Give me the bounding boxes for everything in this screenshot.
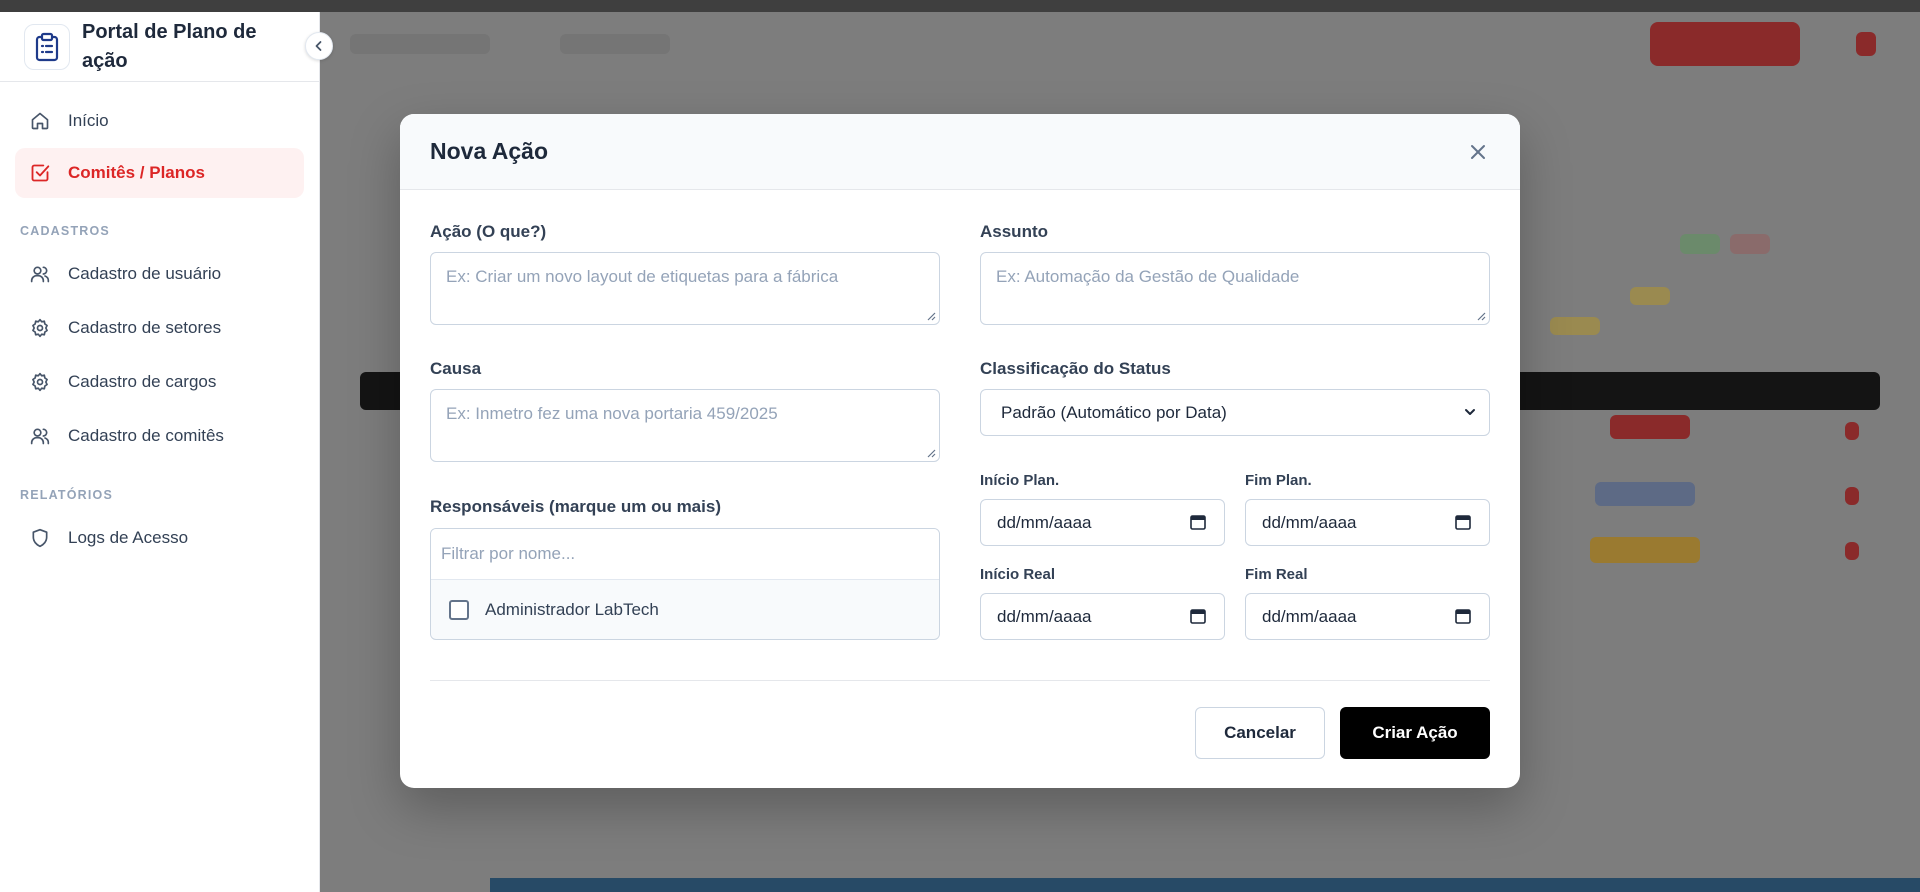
acao-textarea[interactable]: Ex: Criar um novo layout de etiquetas pa…: [430, 252, 940, 325]
sidebar-item-logs-acesso[interactable]: Logs de Acesso: [15, 512, 304, 564]
sidebar-item-cadastro-comites[interactable]: Cadastro de comitês: [15, 410, 304, 462]
sidebar: Portal de Plano de ação Início Comitês /…: [0, 12, 333, 892]
clipboard-icon: [24, 23, 70, 70]
users-icon: [30, 428, 50, 445]
filter-placeholder: Filtrar por nome...: [441, 544, 576, 563]
sidebar-item-label: Comitês / Planos: [68, 163, 205, 182]
sidebar-item-cadastro-usuario[interactable]: Cadastro de usuário: [15, 248, 304, 300]
assunto-textarea[interactable]: Ex: Automação da Gestão de Qualidade: [980, 252, 1490, 325]
inicio-real-date-input[interactable]: dd/mm/aaaa: [980, 593, 1225, 640]
inicio-plan-value: dd/mm/aaaa: [997, 512, 1092, 532]
fim-plan-value: dd/mm/aaaa: [1262, 512, 1357, 532]
inicio-plan-date-input[interactable]: dd/mm/aaaa: [980, 499, 1225, 546]
fim-plan-date-input[interactable]: dd/mm/aaaa: [1245, 499, 1490, 546]
gear-icon: [32, 318, 48, 338]
acao-placeholder: Ex: Criar um novo layout de etiquetas pa…: [446, 267, 839, 286]
calendar-icon[interactable]: [1455, 514, 1471, 530]
fim-real-value: dd/mm/aaaa: [1262, 606, 1357, 626]
sidebar-item-comites-planos[interactable]: Comitês / Planos: [15, 148, 304, 198]
responsaveis-list: Filtrar por nome... Administrador LabTec…: [430, 528, 940, 640]
cancel-button[interactable]: Cancelar: [1195, 707, 1325, 759]
acao-label: Ação (O que?): [430, 222, 547, 241]
sidebar-item-cadastro-cargos[interactable]: Cadastro de cargos: [15, 356, 304, 408]
responsavel-checkbox[interactable]: [449, 600, 469, 620]
sidebar-item-cadastro-setores[interactable]: Cadastro de setores: [15, 302, 304, 354]
sidebar-item-inicio[interactable]: Início: [15, 96, 304, 146]
sidebar-item-label: Cadastro de usuário: [68, 264, 222, 283]
status-label: Classificação do Status: [980, 359, 1171, 378]
sidebar-item-label: Cadastro de cargos: [68, 372, 217, 391]
calendar-icon[interactable]: [1190, 514, 1206, 530]
causa-placeholder: Ex: Inmetro fez uma nova portaria 459/20…: [446, 404, 778, 423]
assunto-placeholder: Ex: Automação da Gestão de Qualidade: [996, 267, 1300, 286]
home-icon: [31, 112, 49, 130]
sidebar-item-label: Início: [68, 111, 109, 130]
resize-grip-icon[interactable]: [1477, 312, 1486, 321]
calendar-icon[interactable]: [1455, 608, 1471, 624]
calendar-icon[interactable]: [1190, 608, 1206, 624]
causa-textarea[interactable]: Ex: Inmetro fez uma nova portaria 459/20…: [430, 389, 940, 462]
responsavel-option[interactable]: Administrador LabTech: [431, 580, 939, 639]
window-top-strip: [0, 0, 1920, 12]
chevron-down-icon: [1465, 409, 1475, 415]
close-modal-button[interactable]: [1466, 140, 1490, 164]
fim-plan-label: Fim Plan.: [1245, 472, 1312, 489]
sidebar-item-label: Cadastro de comitês: [68, 426, 224, 445]
app-title: Portal de Plano de ação: [82, 20, 257, 72]
responsavel-name: Administrador LabTech: [485, 600, 659, 619]
causa-label: Causa: [430, 359, 482, 378]
users-icon: [30, 266, 50, 283]
nova-acao-modal: Nova Ação Ação (O que?) Ex: Criar um nov…: [400, 114, 1520, 788]
fim-real-label: Fim Real: [1245, 566, 1308, 583]
section-label-cadastros: CADASTROS: [20, 224, 110, 238]
collapse-sidebar-button[interactable]: [305, 32, 333, 60]
modal-title: Nova Ação: [430, 138, 549, 164]
status-select-value: Padrão (Automático por Data): [1001, 402, 1227, 422]
inicio-real-value: dd/mm/aaaa: [997, 606, 1092, 626]
chevron-left-icon: [315, 41, 322, 51]
fim-real-date-input[interactable]: dd/mm/aaaa: [1245, 593, 1490, 640]
responsaveis-filter-input[interactable]: Filtrar por nome...: [431, 529, 939, 580]
gear-icon: [32, 372, 48, 392]
close-icon: [1471, 145, 1485, 159]
responsaveis-label: Responsáveis (marque um ou mais): [430, 497, 721, 516]
brand-header: Portal de Plano de ação: [0, 12, 333, 82]
sidebar-item-label: Cadastro de setores: [68, 318, 222, 337]
status-select[interactable]: Padrão (Automático por Data): [980, 389, 1490, 436]
section-label-relatorios: RELATÓRIOS: [20, 488, 114, 502]
modal-header: Nova Ação: [400, 114, 1520, 190]
resize-grip-icon[interactable]: [927, 312, 936, 321]
assunto-label: Assunto: [980, 222, 1048, 241]
resize-grip-icon[interactable]: [927, 449, 936, 458]
create-action-button[interactable]: Criar Ação: [1340, 707, 1490, 759]
footer-divider: [430, 680, 1490, 681]
shield-icon: [32, 528, 48, 548]
checkbox-square-icon: [31, 164, 50, 182]
inicio-real-label: Início Real: [980, 566, 1056, 583]
sidebar-item-label: Logs de Acesso: [68, 528, 189, 547]
inicio-plan-label: Início Plan.: [980, 472, 1060, 489]
sidebar-nav: Início Comitês / Planos CADASTROS Cadast…: [0, 82, 319, 564]
